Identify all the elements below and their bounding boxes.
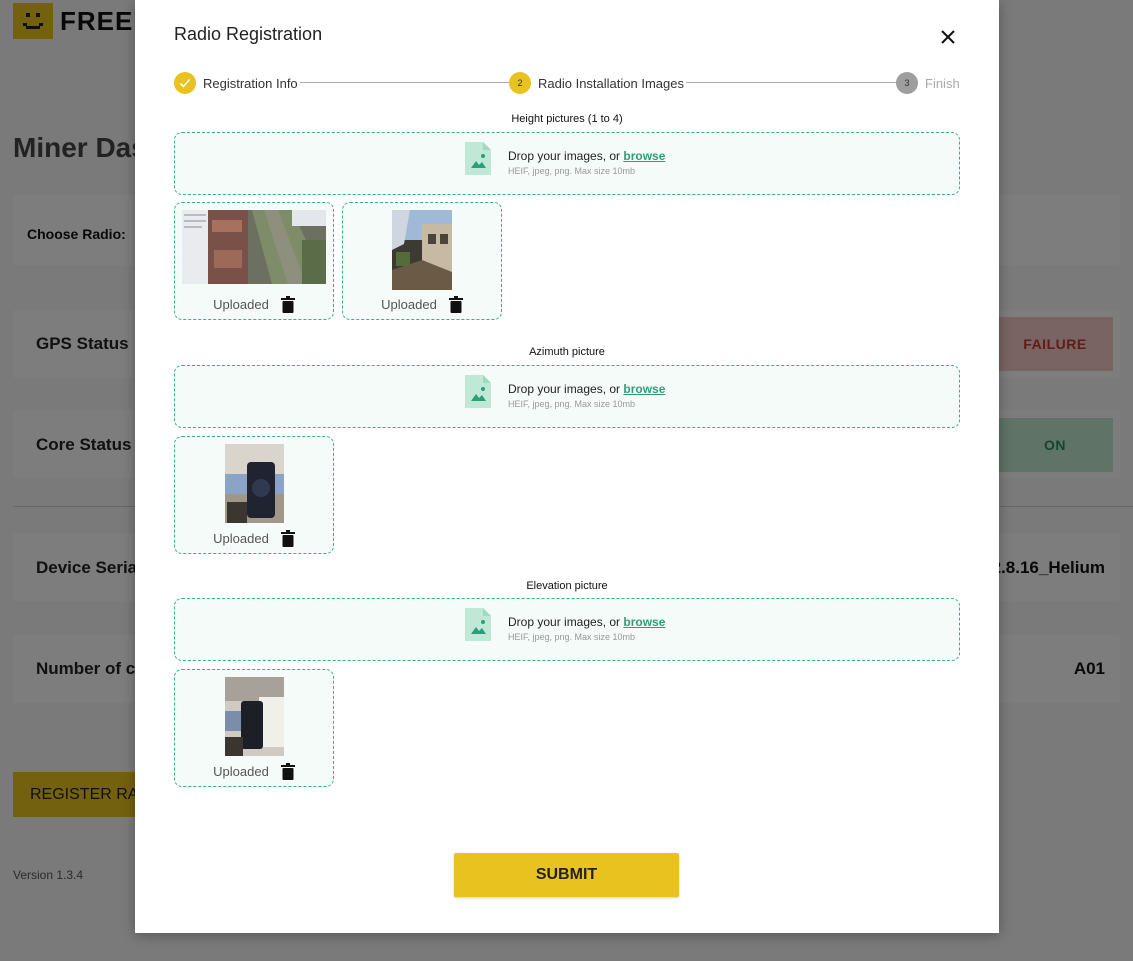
- image-file-icon: [465, 608, 491, 641]
- step-number: 2: [509, 72, 531, 94]
- dropzone-text: Drop your images, or browse: [508, 615, 665, 629]
- drop-text: Drop your images, or: [508, 382, 624, 396]
- image-file-icon: [465, 375, 491, 408]
- uploaded-text: Uploaded: [381, 297, 437, 312]
- uploaded-text: Uploaded: [213, 297, 269, 312]
- radio-registration-modal: Radio Registration Registration Info 2 R…: [135, 0, 999, 933]
- trash-icon[interactable]: [448, 296, 463, 313]
- dropzone-text: Drop your images, or browse: [508, 149, 665, 163]
- step-label: Registration Info: [203, 75, 298, 91]
- uploaded-image-card: Uploaded: [174, 669, 334, 787]
- uploaded-text: Uploaded: [213, 531, 269, 546]
- step-label: Finish: [925, 75, 960, 91]
- height-pictures-dropzone[interactable]: Drop your images, or browse HEIF, jpeg, …: [174, 132, 960, 195]
- upload-status: Uploaded: [175, 763, 333, 780]
- step-check-icon: [174, 72, 196, 94]
- stepper: Registration Info 2 Radio Installation I…: [174, 72, 962, 94]
- step-radio-installation-images: 2 Radio Installation Images: [509, 72, 686, 94]
- upload-status: Uploaded: [175, 296, 333, 313]
- uploaded-image-thumbnail: [225, 677, 284, 756]
- azimuth-picture-label: Azimuth picture: [529, 346, 605, 358]
- step-number: 3: [896, 72, 918, 94]
- elevation-picture-label: Elevation picture: [526, 580, 608, 592]
- elevation-picture-dropzone[interactable]: Drop your images, or browse HEIF, jpeg, …: [174, 598, 960, 661]
- close-icon[interactable]: [940, 29, 956, 45]
- step-finish: 3 Finish: [896, 72, 962, 94]
- dropzone-text: Drop your images, or browse: [508, 382, 665, 396]
- uploaded-image-card: Uploaded: [342, 202, 502, 320]
- height-pictures-label: Height pictures (1 to 4): [511, 113, 623, 125]
- step-connector: [684, 82, 899, 83]
- upload-status: Uploaded: [343, 296, 501, 313]
- drop-text: Drop your images, or: [508, 149, 624, 163]
- upload-status: Uploaded: [175, 530, 333, 547]
- trash-icon[interactable]: [280, 763, 295, 780]
- drop-text: Drop your images, or: [508, 615, 624, 629]
- uploaded-text: Uploaded: [213, 764, 269, 779]
- modal-title: Radio Registration: [174, 24, 323, 44]
- step-label: Radio Installation Images: [538, 75, 684, 91]
- trash-icon[interactable]: [280, 530, 295, 547]
- submit-button[interactable]: SUBMIT: [454, 853, 679, 897]
- image-file-icon: [465, 142, 491, 175]
- uploaded-image-thumbnail: [182, 210, 326, 284]
- browse-link[interactable]: browse: [623, 615, 665, 629]
- step-connector: [289, 82, 511, 83]
- browse-link[interactable]: browse: [623, 382, 665, 396]
- dropzone-hint: HEIF, jpeg, png. Max size 10mb: [508, 632, 636, 642]
- dropzone-hint: HEIF, jpeg, png. Max size 10mb: [508, 166, 636, 176]
- uploaded-image-thumbnail: [392, 210, 452, 290]
- trash-icon[interactable]: [280, 296, 295, 313]
- close-button[interactable]: [935, 24, 961, 50]
- azimuth-picture-dropzone[interactable]: Drop your images, or browse HEIF, jpeg, …: [174, 365, 960, 428]
- dropzone-hint: HEIF, jpeg, png. Max size 10mb: [508, 399, 636, 409]
- browse-link[interactable]: browse: [623, 149, 665, 163]
- uploaded-image-card: Uploaded: [174, 436, 334, 554]
- step-registration-info: Registration Info: [174, 72, 300, 94]
- uploaded-image-card: Uploaded: [174, 202, 334, 320]
- uploaded-image-thumbnail: [225, 444, 284, 523]
